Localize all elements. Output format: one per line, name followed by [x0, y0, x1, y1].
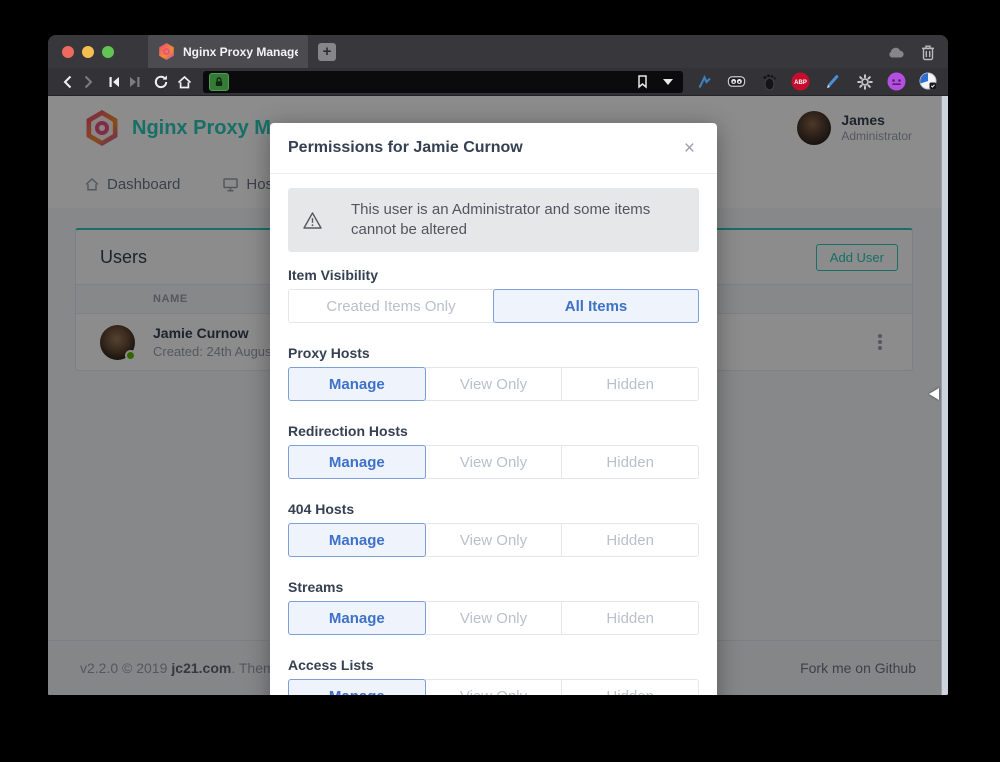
- segmented-redirection-hosts: Manage View Only Hidden: [288, 445, 699, 479]
- browser-scrollbar[interactable]: [941, 96, 948, 695]
- screenshot-stage: Nginx Proxy Manager +: [0, 0, 1000, 762]
- minimize-window-button[interactable]: [82, 46, 94, 58]
- bookmark-caret-icon[interactable]: [663, 79, 673, 85]
- trash-icon[interactable]: [920, 43, 936, 61]
- extension-gear-icon[interactable]: [855, 72, 874, 91]
- bookmark-icon[interactable]: [636, 74, 649, 89]
- https-lock-icon[interactable]: [209, 73, 229, 91]
- home-icon[interactable]: [175, 71, 195, 93]
- extension-abp-icon[interactable]: ABP: [791, 72, 810, 91]
- npm-favicon-icon: [158, 43, 175, 60]
- mouse-cursor: [929, 388, 939, 400]
- segmented-404-hosts: Manage View Only Hidden: [288, 523, 699, 557]
- warning-triangle-icon: [302, 211, 323, 230]
- modal-body: This user is an Administrator and some i…: [270, 174, 717, 695]
- proxy-hosts-hidden[interactable]: Hidden: [561, 367, 699, 401]
- extension-buttons: ABP: [695, 72, 938, 91]
- extension-pen-icon[interactable]: [823, 72, 842, 91]
- skip-forward-icon[interactable]: [125, 71, 145, 93]
- access-lists-view-only[interactable]: View Only: [425, 679, 563, 695]
- window-controls: [62, 46, 114, 58]
- 404-hosts-view-only[interactable]: View Only: [425, 523, 563, 557]
- admin-warning-alert: This user is an Administrator and some i…: [288, 188, 699, 252]
- section-label-404-hosts: 404 Hosts: [288, 501, 699, 518]
- maximize-window-button[interactable]: [102, 46, 114, 58]
- url-bar[interactable]: [203, 71, 683, 93]
- tab-title: Nginx Proxy Manager: [183, 45, 298, 59]
- access-lists-manage[interactable]: Manage: [288, 679, 426, 695]
- segmented-streams: Manage View Only Hidden: [288, 601, 699, 635]
- section-label-item-visibility: Item Visibility: [288, 267, 699, 284]
- segmented-proxy-hosts: Manage View Only Hidden: [288, 367, 699, 401]
- redirection-hosts-hidden[interactable]: Hidden: [561, 445, 699, 479]
- extension-blue-lines-icon[interactable]: [695, 72, 714, 91]
- reload-icon[interactable]: [151, 71, 171, 93]
- permissions-modal: Permissions for Jamie Curnow × This user…: [270, 123, 717, 695]
- access-lists-hidden[interactable]: Hidden: [561, 679, 699, 695]
- segmented-access-lists: Manage View Only Hidden: [288, 679, 699, 695]
- section-label-streams: Streams: [288, 579, 699, 596]
- modal-close-icon[interactable]: ×: [680, 137, 699, 160]
- close-window-button[interactable]: [62, 46, 74, 58]
- section-label-proxy-hosts: Proxy Hosts: [288, 345, 699, 362]
- 404-hosts-manage[interactable]: Manage: [288, 523, 426, 557]
- proxy-hosts-view-only[interactable]: View Only: [425, 367, 563, 401]
- extension-goggles-icon[interactable]: [727, 72, 746, 91]
- extension-foot-icon[interactable]: [759, 72, 778, 91]
- alert-text: This user is an Administrator and some i…: [351, 200, 685, 240]
- section-label-redirection-hosts: Redirection Hosts: [288, 423, 699, 440]
- 404-hosts-hidden[interactable]: Hidden: [561, 523, 699, 557]
- extension-pie-clock-icon[interactable]: [919, 72, 938, 91]
- streams-manage[interactable]: Manage: [288, 601, 426, 635]
- extension-purple-circle-icon[interactable]: [887, 72, 906, 91]
- skip-back-icon[interactable]: [104, 71, 124, 93]
- proxy-hosts-manage[interactable]: Manage: [288, 367, 426, 401]
- redirection-hosts-manage[interactable]: Manage: [288, 445, 426, 479]
- browser-window: Nginx Proxy Manager +: [48, 35, 948, 695]
- modal-header: Permissions for Jamie Curnow ×: [270, 123, 717, 174]
- forward-icon[interactable]: [78, 71, 98, 93]
- option-created-items-only[interactable]: Created Items Only: [288, 289, 494, 323]
- browser-tab[interactable]: Nginx Proxy Manager: [148, 35, 308, 68]
- new-tab-button[interactable]: +: [318, 43, 336, 61]
- cloud-icon[interactable]: [886, 44, 906, 60]
- streams-view-only[interactable]: View Only: [425, 601, 563, 635]
- section-label-access-lists: Access Lists: [288, 657, 699, 674]
- svg-text:ABP: ABP: [794, 80, 807, 86]
- browser-toolbar: ABP: [48, 68, 948, 96]
- modal-title: Permissions for Jamie Curnow: [288, 139, 523, 157]
- browser-viewport: Nginx Proxy Manager James Administrator: [48, 96, 948, 695]
- redirection-hosts-view-only[interactable]: View Only: [425, 445, 563, 479]
- browser-tab-bar: Nginx Proxy Manager +: [48, 35, 948, 68]
- segmented-item-visibility: Created Items Only All Items: [288, 289, 699, 323]
- back-icon[interactable]: [58, 71, 78, 93]
- option-all-items[interactable]: All Items: [493, 289, 699, 323]
- streams-hidden[interactable]: Hidden: [561, 601, 699, 635]
